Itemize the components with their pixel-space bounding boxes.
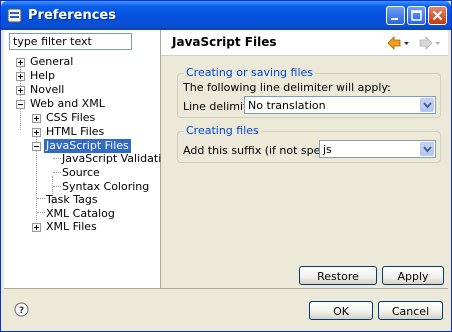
tree-item-task-tags[interactable]: Task Tags	[4, 193, 160, 207]
expand-icon[interactable]	[32, 223, 41, 232]
tree-item-label: CSS Files	[46, 111, 96, 124]
collapse-icon[interactable]	[16, 100, 25, 109]
tree-item-label: General	[30, 55, 74, 68]
minimize-button[interactable]	[386, 6, 405, 25]
group-legend: Creating files	[184, 124, 261, 137]
tree-item-label: Novell	[30, 83, 65, 96]
dropdown-button[interactable]	[420, 98, 434, 112]
minimize-icon	[391, 18, 398, 20]
expand-icon[interactable]	[16, 72, 25, 81]
preferences-window: Preferences General	[0, 0, 452, 332]
restore-defaults-button[interactable]: Restore Defaults	[299, 266, 377, 300]
preference-tree-pane: General Help Novell Web and XML CSS File…	[4, 30, 175, 288]
select-value: js	[323, 143, 332, 156]
creating-files-group: Creating files Add this suffix (if not s…	[177, 124, 441, 163]
preference-page: JavaScript Files Creating or saving file…	[161, 30, 448, 300]
delimiter-description: The following line delimiter will apply:	[183, 81, 391, 94]
tree-item-label: XML Catalog	[46, 207, 115, 220]
back-arrow-icon[interactable]	[387, 36, 411, 50]
tree-item-web-and-xml[interactable]: Web and XML	[4, 97, 160, 111]
maximize-icon	[411, 10, 422, 21]
chevron-down-icon	[423, 102, 432, 109]
tree-item-label: Source	[62, 166, 100, 179]
expand-icon[interactable]	[16, 58, 25, 67]
apply-button[interactable]: Apply	[382, 266, 444, 285]
tree-item-label: HTML Files	[46, 125, 105, 138]
tree-item-label: JavaScript Validation	[62, 152, 175, 165]
svg-text:?: ?	[19, 306, 24, 316]
expand-icon[interactable]	[16, 86, 25, 95]
page-title: JavaScript Files	[172, 35, 277, 49]
dialog-button-bar: ? OK Cancel	[4, 288, 448, 329]
chevron-down-icon	[423, 146, 432, 153]
tree-item-label: Help	[30, 69, 56, 82]
close-button[interactable]	[428, 6, 447, 25]
cancel-button[interactable]: Cancel	[378, 301, 443, 320]
saving-files-group: Creating or saving files The following l…	[177, 66, 441, 118]
tree-item-html-files[interactable]: HTML Files	[4, 125, 160, 139]
help-icon[interactable]: ?	[14, 302, 29, 317]
title-bar[interactable]: Preferences	[1, 1, 451, 30]
tree-item-xml-files[interactable]: XML Files	[4, 220, 160, 234]
tree-item-novell[interactable]: Novell	[4, 83, 160, 97]
tree-item-syntax-coloring[interactable]: Syntax Coloring	[4, 180, 160, 194]
tree-item-label: Task Tags	[46, 193, 98, 206]
expand-icon[interactable]	[32, 128, 41, 137]
tree-item-label: XML Files	[46, 220, 97, 233]
maximize-button[interactable]	[407, 6, 426, 25]
page-header: JavaScript Files	[161, 30, 448, 56]
close-icon	[432, 10, 443, 21]
tree-item-javascript-validation[interactable]: JavaScript Validation	[4, 152, 175, 166]
tree-item-label-selected: JavaScript Files	[44, 139, 131, 153]
forward-arrow-icon[interactable]	[419, 36, 443, 50]
collapse-icon[interactable]	[32, 142, 41, 151]
tree-item-xml-catalog[interactable]: XML Catalog	[4, 207, 160, 221]
line-delimiter-select[interactable]: No translation	[244, 96, 436, 114]
tree-item-help[interactable]: Help	[4, 69, 160, 83]
expand-icon[interactable]	[32, 114, 41, 123]
ok-button[interactable]: OK	[309, 301, 373, 320]
dialog-body: General Help Novell Web and XML CSS File…	[4, 30, 448, 329]
select-value: No translation	[248, 99, 326, 112]
window-title: Preferences	[28, 8, 116, 23]
tree-item-css-files[interactable]: CSS Files	[4, 111, 160, 125]
tree-item-label: Web and XML	[30, 97, 105, 110]
group-legend: Creating or saving files	[184, 66, 316, 79]
tree-item-source[interactable]: Source	[4, 166, 160, 180]
filter-input[interactable]	[9, 33, 132, 50]
tree-item-general[interactable]: General	[4, 55, 160, 69]
dropdown-button[interactable]	[420, 142, 434, 156]
tree-item-label: Syntax Coloring	[62, 180, 150, 193]
suffix-select[interactable]: js	[319, 140, 436, 158]
tree-item-javascript-files[interactable]: JavaScript Files	[4, 139, 160, 153]
preferences-icon	[7, 8, 22, 23]
